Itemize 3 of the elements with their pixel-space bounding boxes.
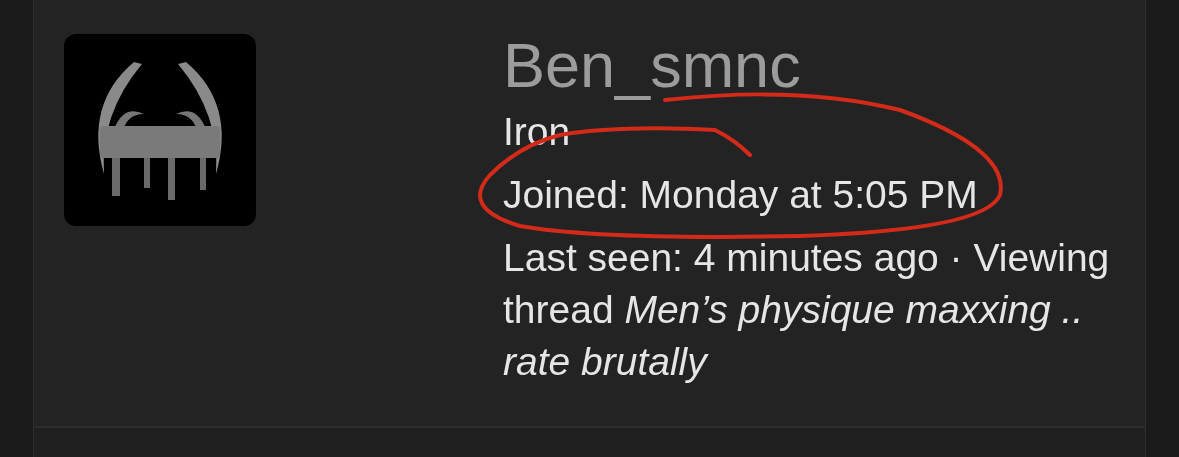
activity-status: Last seen: 4 minutes ago · Viewing thread Men’s physique maxxing .. rate brutally (503, 235, 1111, 385)
join-date: Joined: Monday at 5:05 PM (503, 172, 978, 218)
username[interactable]: Ben_smnc (503, 30, 801, 100)
